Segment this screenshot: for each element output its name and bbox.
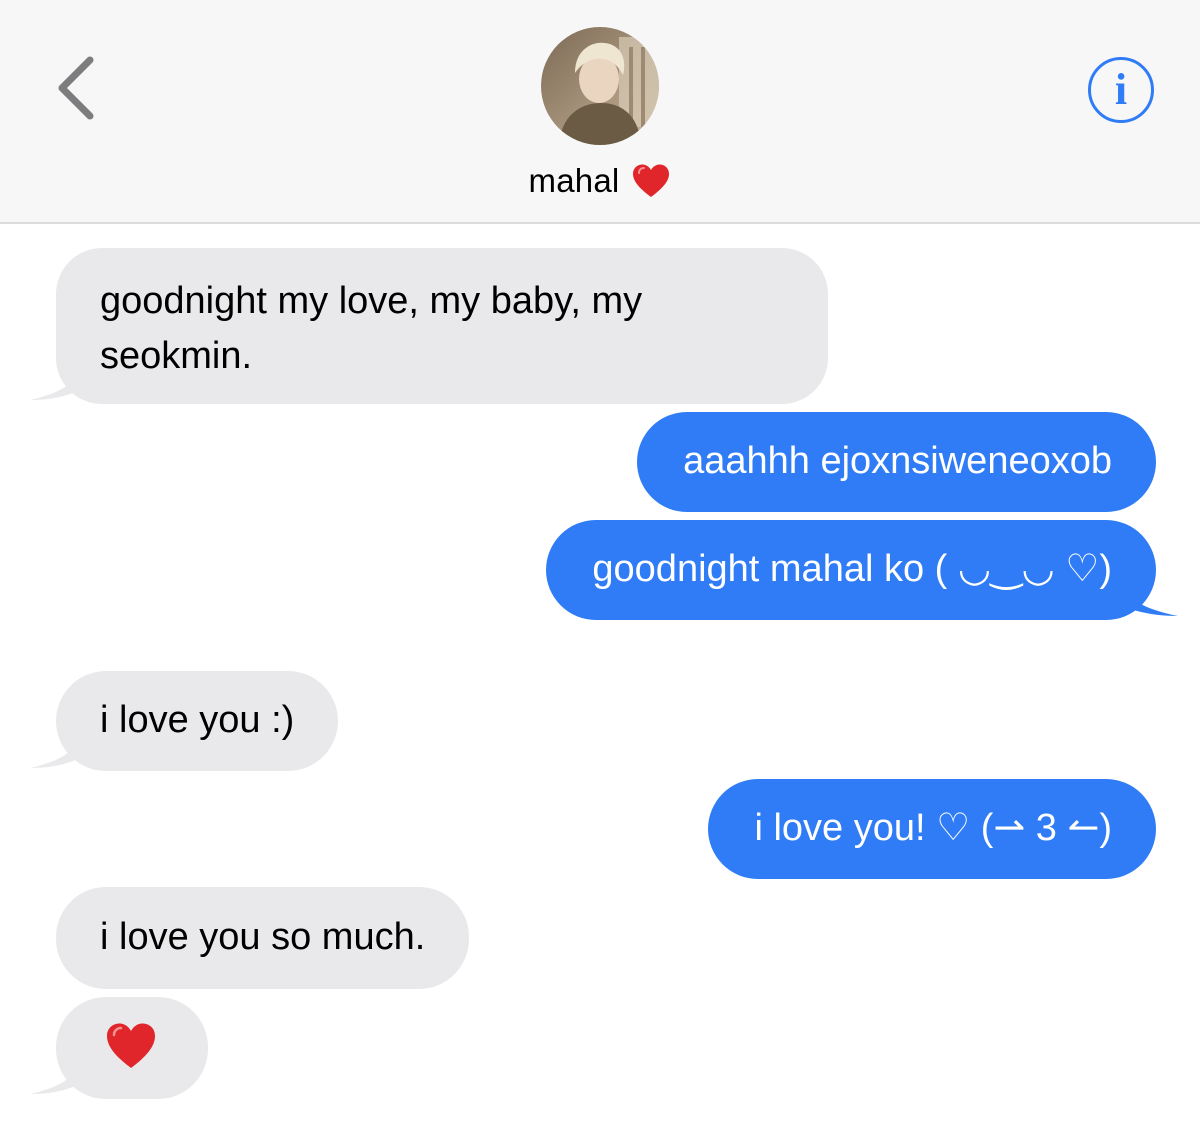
message-text: i love you so much. xyxy=(100,916,426,958)
contact-name-row[interactable]: mahal xyxy=(0,156,1200,206)
info-icon: i xyxy=(1114,65,1128,114)
message-bubble-incoming[interactable]: i love you so much. xyxy=(56,887,470,989)
back-button[interactable] xyxy=(52,52,104,124)
message-bubble-outgoing[interactable]: aaahhh ejoxnsiweneoxob xyxy=(637,412,1156,512)
message-bubble-outgoing[interactable]: i love you! ♡ (⇀ 3 ↼) xyxy=(708,779,1156,879)
message-bubble-outgoing[interactable]: goodnight mahal ko ( ◡‿◡ ♡) xyxy=(546,520,1156,620)
message-text: aaahhh ejoxnsiweneoxob xyxy=(683,440,1112,482)
message-text: goodnight my love, my baby, my seokmin. xyxy=(100,280,643,377)
message-bubble-incoming[interactable] xyxy=(56,997,208,1099)
message-text: i love you! ♡ (⇀ 3 ↼) xyxy=(754,807,1112,849)
contact-name: mahal xyxy=(528,162,620,199)
chevron-left-icon xyxy=(58,56,94,120)
message-bubble-incoming[interactable]: goodnight my love, my baby, my seokmin. xyxy=(56,248,828,404)
message-text: i love you :) xyxy=(100,699,295,741)
info-button[interactable]: i xyxy=(1088,57,1154,123)
message-bubble-incoming[interactable]: i love you :) xyxy=(56,671,339,771)
contact-avatar[interactable] xyxy=(541,27,659,145)
conversation-header: i mahal xyxy=(0,0,1200,224)
message-text: goodnight mahal ko ( ◡‿◡ ♡) xyxy=(592,548,1112,590)
red-heart-icon xyxy=(633,164,670,197)
red-heart-icon xyxy=(107,1023,155,1068)
messages-screen: i mahal goodnight my love, my baby, my s… xyxy=(0,0,1200,1148)
